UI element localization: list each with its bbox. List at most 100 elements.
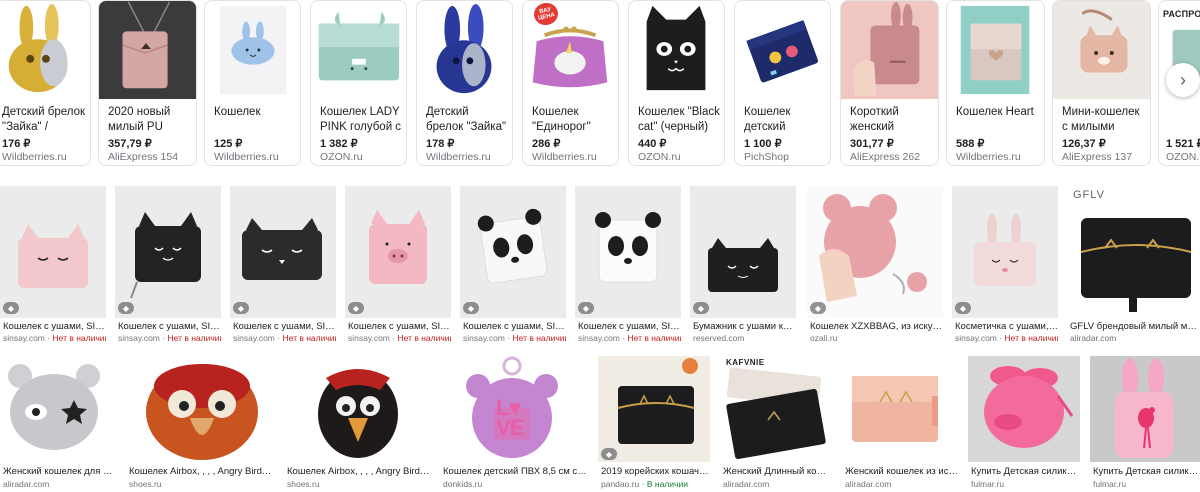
product-image [417,1,512,99]
image-result[interactable]: ◆ Кошелек с ушами, SINSAY sinsay.com · Н… [115,186,221,346]
product-image [311,1,406,99]
product-card[interactable]: Детский брелок "Зайка" / Кошелек 178 ₽ W… [416,0,513,166]
result-source: aliradar.com [3,479,50,489]
result-source: sinsay.com · Нет в наличии [233,333,336,343]
product-card[interactable]: Кошелек детский 'Friends' / Blue. 1 100 … [734,0,831,166]
result-source: sinsay.com · Нет в наличии [3,333,106,343]
product-price: 301,77 ₽ [850,138,894,150]
image-result[interactable]: ◆ Косметичка с ушами, SINSAY sinsay.com … [952,186,1058,346]
price-tag-icon: ◆ [233,302,249,314]
result-caption: Женский Длинный кошелек [723,466,832,477]
price-tag-icon: ◆ [955,302,971,314]
product-title: Кошелек [214,106,261,118]
image-result[interactable]: ◆ Бумажник с ушами кошки reserved.com [690,186,796,346]
product-card[interactable]: Короткий женский кошелек с 301,77 ₽ AliE… [840,0,939,166]
result-source: reserved.com [693,333,745,343]
image-result[interactable]: Женский кошелек из искусственной alirada… [842,356,958,492]
result-thumbnail [720,356,832,462]
image-result[interactable]: ◆ Кошелек с ушами, SINSAY sinsay.com · Н… [345,186,451,346]
product-title: Кошелек LADY PINK голубой с [320,106,402,133]
image-result[interactable]: ◆ Кошелек с ушами, SINSAY sinsay.com · Н… [230,186,336,346]
price-tag-icon: ◆ [348,302,364,314]
product-image [205,1,300,99]
image-result[interactable]: Купить Детская силиконовая fulmar.ru [968,356,1080,492]
image-result[interactable]: Женский кошелек для монет aliradar.com [0,356,115,492]
result-source: donkids.ru [443,479,483,489]
product-title: Короткий женский кошелек с [850,106,899,133]
result-source: aliradar.com [1070,333,1117,343]
price-tag-icon: ◆ [463,302,479,314]
price-tag-icon: ◆ [693,302,709,314]
result-thumbnail [842,356,958,462]
product-price: 357,79 ₽ [108,138,152,150]
chevron-right-icon[interactable]: › [1166,63,1200,97]
result-thumbnail [460,186,566,318]
product-title: Кошелек детский 'Friends' / Blue. [744,106,791,133]
image-result[interactable]: L♥VE Кошелек детский ПВХ 8,5 см с ушами … [440,356,588,492]
result-thumbnail [952,186,1058,318]
product-price: 1 382 ₽ [320,138,358,150]
result-thumbnail [1067,186,1200,318]
result-caption: Кошелек Airbox, , , , Angry Birds star [287,466,432,477]
result-caption: Кошелек с ушами, SINSAY [118,321,221,332]
product-card[interactable]: Детский брелок "Зайка" / Кошелек 176 ₽ W… [0,0,91,166]
product-card[interactable]: Кошелек LADY PINK голубой с 1 382 ₽ OZON… [310,0,407,166]
product-card[interactable]: Кошелек 125 ₽ Wildberries.ru [204,0,301,166]
product-card[interactable]: 2020 новый милый PU 357,79 ₽ AliExpress … [98,0,197,166]
image-result[interactable]: ◆ 2019 корейских кошачьих pandao.ru · В … [598,356,710,492]
product-merchant: AliExpress 137 [1062,151,1133,163]
image-result[interactable]: Кошелек Airbox, , , , Angry Birds star s… [126,356,276,492]
product-merchant: Wildberries.ru [214,151,279,163]
product-card[interactable]: Кошелек Heart 588 ₽ Wildberries.ru [946,0,1045,166]
product-price: 286 ₽ [532,138,561,150]
product-merchant: Wildberries.ru [2,151,67,163]
product-price: 1 100 ₽ [744,138,782,150]
image-result[interactable]: GFLV GFLV брендовый милый маленький коше… [1067,186,1200,346]
product-image [841,1,938,99]
result-thumbnail [284,356,432,462]
result-thumbnail [0,356,115,462]
result-source: aliradar.com [845,479,892,489]
product-image [629,1,724,99]
result-source: shoes.ru [287,479,320,489]
product-merchant: Wildberries.ru [426,151,491,163]
image-result[interactable]: ◆ Кошелек с ушами, SINSAY sinsay.com · Н… [460,186,566,346]
result-source: fulmar.ru [1093,479,1127,489]
result-source: sinsay.com · Нет в наличии [955,333,1058,343]
product-merchant: OZON.ru [320,151,363,163]
image-result[interactable]: ◆ Кошелек XZXBBAG, из искусственной кожи… [807,186,943,346]
result-thumbnail [598,356,710,462]
product-image [0,1,90,99]
result-caption: Кошелек с ушами, SINSAY [3,321,106,332]
product-title: Детский брелок "Зайка" / Кошелек [2,106,86,133]
product-image [947,1,1044,99]
product-price: 1 521 ₽ [1166,138,1200,150]
product-merchant: PichShop [744,151,789,163]
result-source: sinsay.com · Нет в наличии [463,333,566,343]
product-merchant: OZON.ru [638,151,681,163]
result-source: shoes.ru [129,479,162,489]
image-result[interactable]: ◆ Кошелек с ушами, SINSAY sinsay.com · Н… [575,186,681,346]
price-tag-icon: ◆ [3,302,19,314]
result-caption: Кошелек XZXBBAG, из искусственной кожи [810,321,943,332]
result-thumbnail [690,186,796,318]
result-thumbnail [575,186,681,318]
product-card[interactable]: ВАУ ЦЕНА Кошелек "Единорог" 286 ₽ Wildbe… [522,0,619,166]
result-caption: Бумажник с ушами кошки [693,321,796,332]
result-caption: Кошелек с ушами, SINSAY [348,321,451,332]
image-result[interactable]: Кошелек Airbox, , , , Angry Birds star s… [284,356,432,492]
product-price: 588 ₽ [956,138,985,150]
image-result[interactable]: Купить Детская силиконовая fulmar.ru [1090,356,1200,492]
product-card[interactable]: Кошелек "Black cat" (черный) 440 ₽ OZON.… [628,0,725,166]
price-tag-icon: ◆ [810,302,826,314]
product-card[interactable]: Мини-кошелек с милыми 126,37 ₽ AliExpres… [1052,0,1151,166]
image-result[interactable]: KAFVNIE Женский Длинный кошелек aliradar… [720,356,832,492]
result-caption: Женский кошелек из искусственной [845,466,958,477]
result-thumbnail [126,356,276,462]
image-result[interactable]: ◆ Кошелек с ушами, SINSAY sinsay.com · Н… [0,186,106,346]
product-title: Кошелек "Единорог" [532,106,591,133]
product-image [735,1,830,99]
price-tag-icon: ◆ [578,302,594,314]
result-thumbnail [1090,356,1200,462]
result-caption: Кошелек Airbox, , , , Angry Birds star [129,466,276,477]
